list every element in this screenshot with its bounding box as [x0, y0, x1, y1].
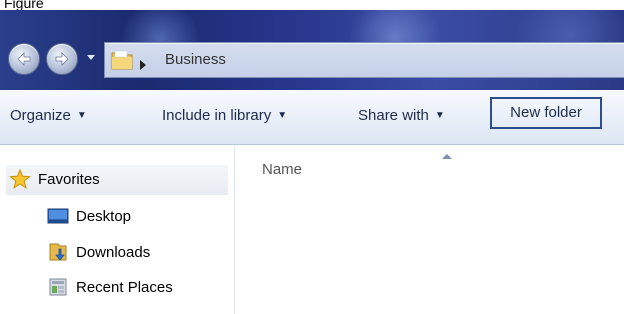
- command-bar: Organize ▼ Include in library ▼ Share with…: [0, 90, 624, 145]
- column-header-name[interactable]: Name: [262, 161, 302, 178]
- organize-label: Organize: [10, 107, 71, 124]
- forward-arrow-icon: [55, 52, 69, 66]
- folder-icon: [111, 49, 133, 75]
- nav-item-label: Favorites: [38, 170, 100, 188]
- nav-item-label: Downloads: [76, 243, 151, 261]
- nav-item-favorites[interactable]: Favorites: [8, 169, 100, 189]
- nav-item-downloads[interactable]: Downloads: [46, 242, 150, 262]
- sort-ascending-icon: [442, 145, 452, 164]
- chevron-down-icon: ▼: [277, 110, 288, 122]
- new-folder-button[interactable]: New folder: [490, 97, 602, 129]
- back-arrow-icon: [17, 52, 31, 66]
- nav-item-recent-places[interactable]: Recent Places: [46, 277, 173, 297]
- nav-item-label: Recent Places: [76, 278, 173, 296]
- nav-item-label: Desktop: [76, 207, 132, 225]
- new-folder-label: New folder: [510, 104, 582, 121]
- chevron-down-icon: ▼: [434, 110, 445, 122]
- breadcrumb-separator-icon[interactable]: [139, 55, 147, 74]
- downloads-folder-icon: [46, 242, 70, 262]
- nav-item-desktop[interactable]: Desktop: [46, 206, 131, 226]
- explorer-window: Figure Business Organize ▼ Include in li…: [0, 0, 624, 314]
- title-bar: Business: [0, 10, 624, 90]
- breadcrumb-business[interactable]: Business: [165, 51, 226, 69]
- recent-pages-dropdown[interactable]: [84, 50, 98, 66]
- navigation-pane: Favorites Desktop Downloads Recent Place…: [0, 145, 235, 314]
- organize-button[interactable]: Organize ▼: [10, 106, 87, 126]
- share-label: Share with: [358, 107, 429, 124]
- chevron-down-icon: ▼: [76, 110, 87, 122]
- share-with-button[interactable]: Share with ▼: [358, 106, 445, 126]
- desktop-icon: [46, 206, 70, 226]
- star-icon: [8, 169, 32, 189]
- include-in-library-button[interactable]: Include in library ▼: [162, 106, 287, 126]
- include-label: Include in library: [162, 107, 272, 124]
- back-button[interactable]: [8, 43, 40, 75]
- recent-places-icon: [46, 277, 70, 297]
- chevron-down-icon: [87, 55, 95, 60]
- forward-button[interactable]: [46, 43, 78, 75]
- file-list-pane: Name: [235, 145, 624, 314]
- address-bar[interactable]: Business: [104, 42, 624, 78]
